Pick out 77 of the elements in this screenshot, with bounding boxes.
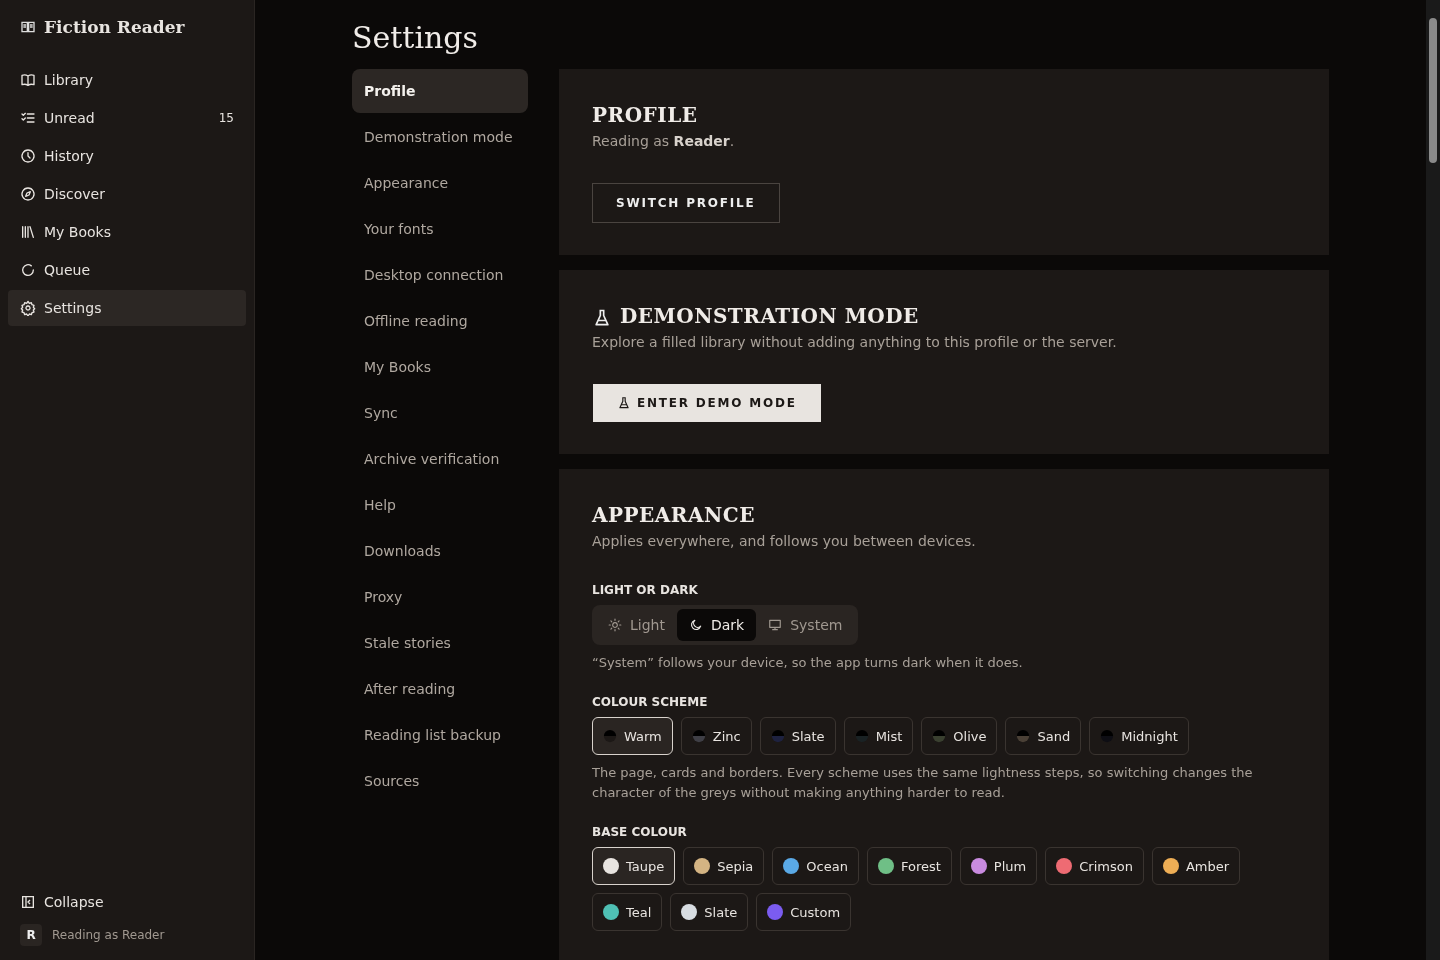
section-heading: APPEARANCE: [592, 503, 756, 527]
settings-nav-item[interactable]: Your fonts: [352, 207, 528, 251]
section-heading: DEMONSTRATION MODE: [620, 304, 919, 328]
compass-icon: [20, 186, 36, 202]
book-icon: [20, 19, 36, 35]
scheme-option[interactable]: Warm: [592, 717, 673, 755]
field-label: COLOUR SCHEME: [592, 695, 709, 709]
base-colour-option[interactable]: Ocean: [772, 847, 859, 885]
mode-option[interactable]: Dark: [676, 609, 757, 641]
gear-icon: [20, 300, 36, 316]
settings-nav-item[interactable]: Downloads: [352, 529, 528, 573]
settings-nav-item[interactable]: Proxy: [352, 575, 528, 619]
settings-nav-item[interactable]: Archive verification: [352, 437, 528, 481]
sidebar-item[interactable]: My Books: [8, 214, 246, 250]
moon-icon: [688, 618, 703, 632]
section-description: Explore a filled library without adding anything to this profile or the server.: [592, 334, 1118, 350]
book-icon: [20, 72, 36, 88]
clock-icon: [20, 148, 36, 164]
sidebar-item[interactable]: Settings: [8, 290, 246, 326]
app-title: Fiction Reader: [44, 17, 185, 37]
sidebar-item[interactable]: Unread 15: [8, 100, 246, 136]
mode-option[interactable]: System: [756, 609, 855, 641]
base-colour-option[interactable]: Teal: [592, 893, 663, 931]
field-label: BASE COLOUR: [592, 825, 688, 839]
shelf-icon: [20, 224, 36, 240]
hint-text: “System” follows your device, so the app turns dark when it does.: [592, 654, 1024, 672]
settings-nav-item[interactable]: Help: [352, 483, 528, 527]
base-colour-option[interactable]: Sepia: [683, 847, 765, 885]
scheme-option[interactable]: Slate: [759, 717, 836, 755]
switch-profile-button[interactable]: SWITCH PROFILE: [592, 183, 780, 223]
avatar: R: [20, 924, 42, 946]
scheme-option[interactable]: Midnight: [1089, 717, 1189, 755]
monitor-icon: [768, 618, 783, 632]
enter-demo-button[interactable]: ENTER DEMO MODE: [593, 384, 821, 422]
settings-nav-item[interactable]: Demonstration mode: [352, 115, 528, 159]
sidebar-item[interactable]: Library: [8, 62, 246, 98]
hint-text: The page, cards and borders. Every scheme uses the same lightness steps, so switching changes the character of the greys without making anything harder to read.: [592, 764, 1254, 802]
flask-icon: [592, 308, 612, 328]
sidebar-item[interactable]: History: [8, 138, 246, 174]
scheme-option[interactable]: Sand: [1005, 717, 1082, 755]
settings-nav-item[interactable]: Appearance: [352, 161, 528, 205]
base-colour-option[interactable]: Taupe: [592, 847, 676, 885]
user-label: Reading as Reader: [52, 928, 165, 942]
base-colour-option[interactable]: Plum: [959, 847, 1038, 885]
settings-nav-item[interactable]: Sources: [352, 759, 528, 803]
page-title: Settings: [352, 20, 479, 55]
field-label: LIGHT OR DARK: [592, 583, 699, 597]
mode-option[interactable]: Light: [596, 609, 677, 641]
base-colour-option[interactable]: Forest: [866, 847, 952, 885]
base-colour-option[interactable]: Slate: [670, 893, 749, 931]
settings-nav-item[interactable]: After reading: [352, 667, 528, 711]
section-description: Reading as Reader.: [592, 133, 736, 149]
settings-nav-item[interactable]: Sync: [352, 391, 528, 435]
settings-nav-item[interactable]: Desktop connection: [352, 253, 528, 297]
sidebar-item[interactable]: Queue: [8, 252, 246, 288]
settings-nav-item[interactable]: My Books: [352, 345, 528, 389]
scheme-option[interactable]: Olive: [921, 717, 998, 755]
settings-nav-item[interactable]: Offline reading: [352, 299, 528, 343]
base-colour-option[interactable]: Crimson: [1045, 847, 1144, 885]
settings-nav-item[interactable]: Stale stories: [352, 621, 528, 665]
flask-icon: [617, 396, 631, 410]
settings-nav-item[interactable]: Profile: [352, 69, 528, 113]
settings-nav-item[interactable]: Reading list backup: [352, 713, 528, 757]
scheme-option[interactable]: Mist: [843, 717, 914, 755]
count: 15: [218, 111, 234, 125]
base-colour-option[interactable]: Custom: [756, 893, 852, 931]
scrollbar[interactable]: [1426, 0, 1440, 960]
checklist-icon: [20, 110, 36, 126]
base-colour-option[interactable]: Amber: [1151, 847, 1241, 885]
scheme-option[interactable]: Zinc: [680, 717, 752, 755]
collapse-button[interactable]: Collapse: [8, 884, 246, 920]
sun-icon: [608, 618, 622, 632]
spinner-icon: [20, 262, 36, 278]
section-description: Applies everywhere, and follows you between devices.: [592, 533, 977, 549]
section-heading: PROFILE: [592, 103, 699, 127]
collapse-icon: [20, 894, 36, 910]
sidebar-item[interactable]: Discover: [8, 176, 246, 212]
